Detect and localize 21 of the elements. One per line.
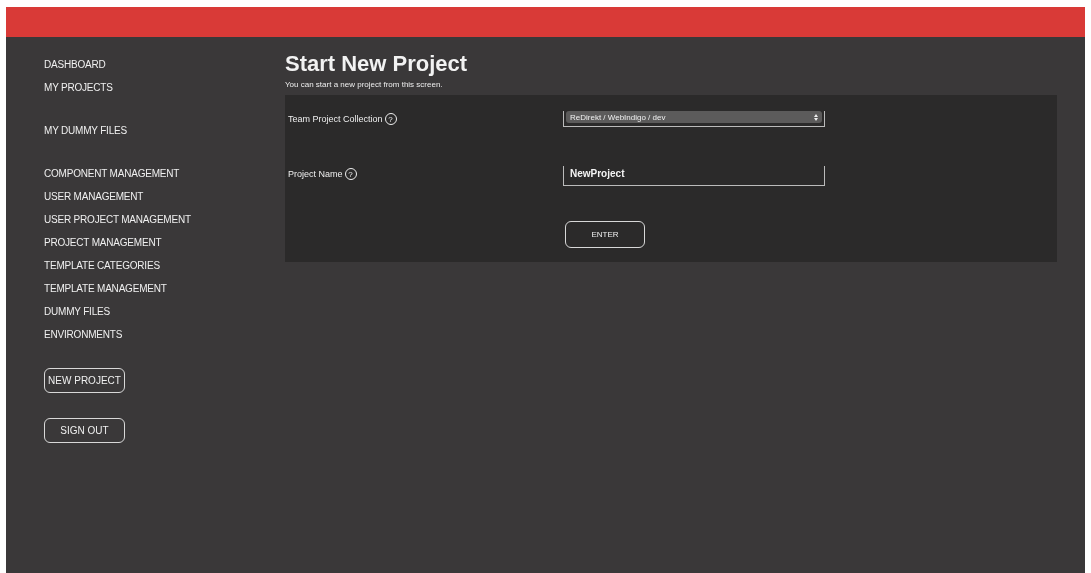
nav-link[interactable]: USER MANAGEMENT xyxy=(44,189,144,204)
page-subtitle: You can start a new project from this screen. xyxy=(285,80,443,89)
nav-link[interactable]: DUMMY FILES xyxy=(44,304,110,319)
field-label: Project Name xyxy=(288,169,343,179)
nav-link[interactable]: USER PROJECT MANAGEMENT xyxy=(44,212,191,227)
nav-link[interactable]: PROJECT MANAGEMENT xyxy=(44,235,162,250)
nav-link[interactable]: TEMPLATE CATEGORIES xyxy=(44,258,160,273)
nav-link[interactable]: COMPONENT MANAGEMENT xyxy=(44,166,180,181)
field-label: Team Project Collection xyxy=(288,114,383,124)
nav-link[interactable]: TEMPLATE MANAGEMENT xyxy=(44,281,167,296)
input-field[interactable]: NewProject xyxy=(563,166,825,186)
enter-button[interactable]: ENTER xyxy=(565,221,645,248)
nav-link[interactable]: ENVIRONMENTS xyxy=(44,327,123,342)
nav-link[interactable]: MY DUMMY FILES xyxy=(44,123,127,138)
sidebar-button[interactable]: SIGN OUT xyxy=(44,418,125,443)
select-field[interactable]: ReDirekt / WebIndigo / dev xyxy=(566,111,822,123)
caret-icon xyxy=(814,113,818,121)
sidebar-button[interactable]: NEW PROJECT xyxy=(44,368,125,393)
nav-link[interactable]: MY PROJECTS xyxy=(44,80,113,95)
page-title: Start New Project xyxy=(285,51,468,77)
nav-link[interactable]: DASHBOARD xyxy=(44,57,106,72)
